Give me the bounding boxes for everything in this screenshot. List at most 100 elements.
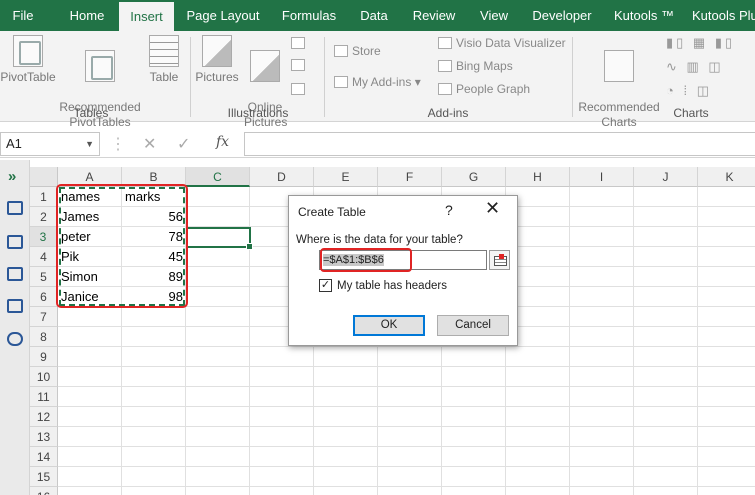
column-chart-icon[interactable]: ▮▯ ▦ ▮▯ <box>666 35 735 51</box>
ok-button[interactable]: OK <box>353 315 425 336</box>
line-chart-icon[interactable]: ∿ ▥ ◫ <box>666 59 724 75</box>
column-header-e[interactable]: E <box>314 167 378 187</box>
insert-function-icon[interactable]: fx <box>216 134 229 150</box>
tab-kutools-plus[interactable]: Kutools Plu <box>692 0 755 31</box>
column-header-h[interactable]: H <box>506 167 570 187</box>
tab-home[interactable]: Home <box>60 0 114 31</box>
create-table-dialog: Create Table ? ✕ Where is the data for y… <box>288 195 518 346</box>
kutools-navigation-pane: » <box>0 160 30 495</box>
tab-review[interactable]: Review <box>409 0 459 31</box>
visio-label: Visio Data Visualizer <box>456 36 566 50</box>
formula-input[interactable] <box>244 132 755 156</box>
gridline <box>58 446 755 447</box>
online-pictures-icon <box>250 50 280 82</box>
pie-chart-icon[interactable]: ◔ ⁞ ◫ <box>666 83 712 99</box>
name-box[interactable]: A1 ▼ <box>0 132 100 156</box>
tab-view[interactable]: View <box>476 0 512 31</box>
tables-group-label: Tables <box>73 106 109 120</box>
pivottable-button[interactable]: PivotTable <box>0 35 56 85</box>
tab-file[interactable]: File <box>0 0 46 31</box>
column-header-i[interactable]: I <box>570 167 634 187</box>
people-graph-icon <box>438 83 452 95</box>
addins-group-label: Add-ins <box>427 106 469 120</box>
pictures-label: Pictures <box>195 70 239 84</box>
collapse-dialog-icon[interactable] <box>489 250 510 270</box>
column-header-f[interactable]: F <box>378 167 442 187</box>
people-graph-button[interactable]: People Graph <box>438 81 530 97</box>
row-header-5[interactable]: 5 <box>30 267 58 287</box>
headers-checkbox[interactable]: ✓ <box>319 279 332 292</box>
gridline <box>633 187 634 495</box>
screenshot-icon[interactable] <box>291 81 309 97</box>
close-icon[interactable]: ✕ <box>485 198 500 219</box>
row-header-8[interactable]: 8 <box>30 327 58 347</box>
row-header-13[interactable]: 13 <box>30 427 58 447</box>
name-box-value: A1 <box>6 136 22 151</box>
pictures-button[interactable]: Pictures <box>194 35 240 85</box>
recommended-charts-button[interactable]: Recommended Charts <box>576 35 662 145</box>
gridline <box>58 486 755 487</box>
name-manager-icon[interactable] <box>7 235 23 249</box>
chevron-down-icon[interactable]: ▼ <box>85 133 94 155</box>
row-header-14[interactable]: 14 <box>30 447 58 467</box>
row-header-1[interactable]: 1 <box>30 187 58 207</box>
row-header-2[interactable]: 2 <box>30 207 58 227</box>
help-icon[interactable]: ? <box>445 202 453 218</box>
column-header-j[interactable]: J <box>634 167 698 187</box>
ribbon-divider <box>572 37 573 117</box>
cancel-button[interactable]: Cancel <box>437 315 509 336</box>
enter-icon[interactable]: ✓ <box>177 134 190 154</box>
row-header-10[interactable]: 10 <box>30 367 58 387</box>
dialog-title: Create Table <box>298 205 366 219</box>
tab-formulas[interactable]: Formulas <box>278 0 340 31</box>
workbook-icon[interactable] <box>7 201 23 215</box>
column-header-g[interactable]: G <box>442 167 506 187</box>
formula-bar: A1 ▼ ⋮ ✕ ✓ fx <box>0 130 755 158</box>
gridline <box>58 466 755 467</box>
select-all-corner[interactable] <box>30 167 58 187</box>
row-header-11[interactable]: 11 <box>30 387 58 407</box>
tab-page-layout[interactable]: Page Layout <box>184 0 262 31</box>
headers-checkbox-label[interactable]: My table has headers <box>337 280 447 292</box>
tab-kutools[interactable]: Kutools ™ <box>612 0 676 31</box>
gridline <box>58 386 755 387</box>
find-replace-icon[interactable] <box>7 332 23 346</box>
row-header-9[interactable]: 9 <box>30 347 58 367</box>
gridline <box>569 187 570 495</box>
cancel-icon[interactable]: ✕ <box>143 134 156 154</box>
my-addins-button[interactable]: My Add-ins ▾ <box>334 74 421 90</box>
table-button[interactable]: Table <box>146 35 182 85</box>
pivottable-icon <box>13 35 43 67</box>
shapes-icon[interactable] <box>291 35 309 51</box>
row-header-7[interactable]: 7 <box>30 307 58 327</box>
visio-icon <box>438 37 452 49</box>
smartart-icon[interactable] <box>291 57 309 73</box>
tab-developer[interactable]: Developer <box>529 0 595 31</box>
row-header-16[interactable]: 16 <box>30 487 58 495</box>
my-addins-label: My Add-ins <box>352 75 412 89</box>
row-header-4[interactable]: 4 <box>30 247 58 267</box>
online-pictures-button[interactable]: Online Pictures <box>244 35 287 145</box>
bing-maps-button[interactable]: Bing Maps <box>438 58 513 74</box>
row-header-3[interactable]: 3 <box>30 227 58 247</box>
visio-button[interactable]: Visio Data Visualizer <box>438 35 566 51</box>
autotext-icon[interactable] <box>7 267 23 281</box>
tab-data[interactable]: Data <box>354 0 394 31</box>
tab-insert[interactable]: Insert <box>119 0 174 31</box>
row-header-15[interactable]: 15 <box>30 467 58 487</box>
store-label: Store <box>352 44 381 58</box>
active-cell-c3[interactable] <box>186 227 253 250</box>
expand-pane-icon[interactable]: » <box>8 168 16 185</box>
range-prompt-label: Where is the data for your table? <box>296 234 463 246</box>
column-list-icon[interactable] <box>7 299 23 313</box>
gridline <box>58 366 755 367</box>
row-header-6[interactable]: 6 <box>30 287 58 307</box>
column-header-c[interactable]: C <box>186 167 250 187</box>
recommended-pivottables-button[interactable]: Recommended PivotTables <box>58 35 142 145</box>
illustrations-group-label: Illustrations <box>227 106 289 120</box>
ribbon-divider <box>324 37 325 117</box>
column-header-k[interactable]: K <box>698 167 755 187</box>
row-header-12[interactable]: 12 <box>30 407 58 427</box>
column-header-d[interactable]: D <box>250 167 314 187</box>
store-button[interactable]: Store <box>334 43 381 59</box>
